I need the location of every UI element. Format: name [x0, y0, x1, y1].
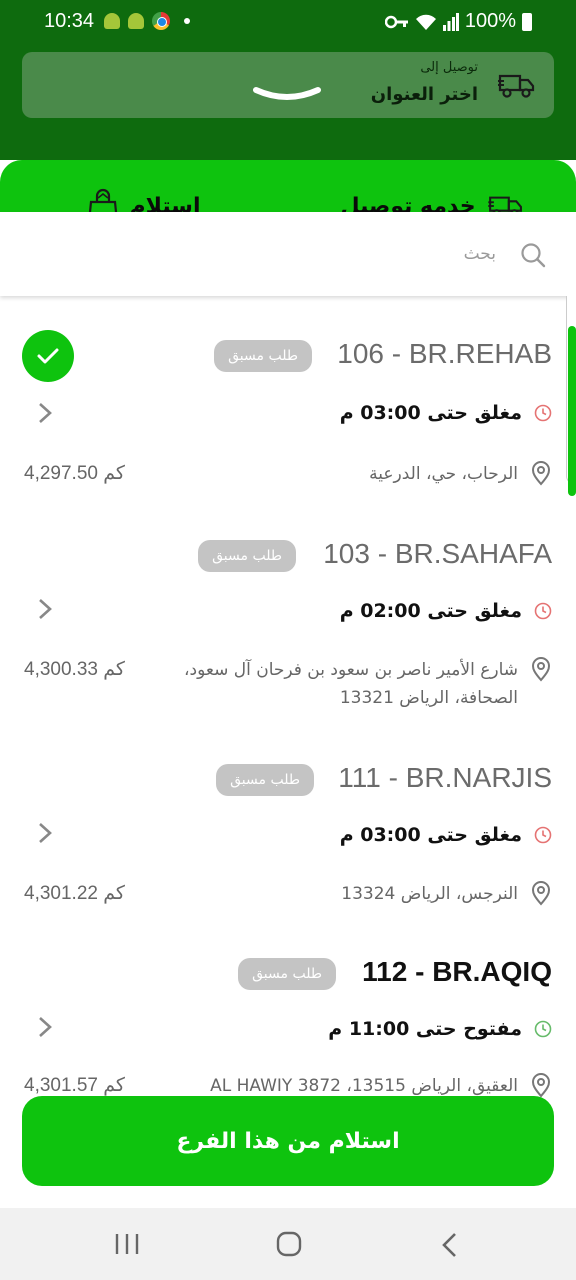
- address-selector[interactable]: توصيل إلى اختر العنوان: [22, 52, 554, 118]
- battery-percent: 100%: [464, 10, 516, 32]
- distance: 4,300.33 كم: [24, 659, 125, 680]
- chevron-right-icon[interactable]: [36, 598, 54, 620]
- branch-item[interactable]: طلب مسبق 111 - BR.NARJIS مغلق حتى 03:00 …: [0, 740, 576, 940]
- preorder-badge: طلب مسبق: [238, 958, 336, 990]
- location-pin-icon: [531, 461, 551, 486]
- hours-row: مغلق حتى 03:00 م: [340, 402, 552, 424]
- opening-hours: مغلق حتى 03:00 م: [339, 824, 522, 846]
- hours-row: مغلق حتى 02:00 م: [340, 600, 552, 622]
- hours-row: مفتوح حتى 11:00 م: [328, 1018, 552, 1040]
- distance: 4,301.22 كم: [24, 883, 125, 904]
- android-icon: [128, 13, 144, 29]
- branch-title: 103 - BR.SAHAFA: [323, 538, 552, 569]
- chrome-icon: [152, 12, 170, 30]
- branch-item[interactable]: طلب مسبق 103 - BR.SAHAFA مغلق حتى 02:00 …: [0, 516, 576, 726]
- branch-title: 111 - BR.NARJIS: [338, 762, 552, 793]
- preorder-badge: طلب مسبق: [214, 340, 312, 372]
- recents-icon[interactable]: [114, 1232, 140, 1256]
- opening-hours: مغلق حتى 03:00 م: [339, 402, 522, 424]
- chevron-right-icon[interactable]: [36, 1016, 54, 1038]
- selected-check-icon: [22, 330, 74, 382]
- preorder-badge: طلب مسبق: [198, 540, 296, 572]
- key-icon: [384, 15, 408, 28]
- choose-address-label: اختر العنوان: [370, 84, 478, 105]
- signal-icon: [442, 12, 459, 31]
- branch-title: 112 - BR.AQIQ: [362, 956, 552, 987]
- chevron-right-icon[interactable]: [36, 822, 54, 844]
- truck-icon: [498, 74, 535, 98]
- distance: 4,301.57 كم: [24, 1075, 125, 1096]
- branch-address: الرحاب، حي، الدرعية: [369, 464, 518, 484]
- clock-icon: [534, 602, 552, 620]
- search-bar: [0, 212, 576, 296]
- pickup-from-branch-button[interactable]: استلام من هذا الفرع: [22, 1096, 554, 1186]
- system-icons: 100%: [384, 10, 532, 33]
- address-row: شارع الأمير ناصر بن سعود بن فرحان آل سعو…: [138, 656, 552, 712]
- status-time: 10:34: [44, 10, 95, 32]
- branch-item[interactable]: طلب مسبق 106 - BR.REHAB مغلق حتى 03:00 م…: [0, 296, 576, 496]
- location-pin-icon: [531, 881, 551, 906]
- top-header: توصيل إلى اختر العنوان خدمه توصيل استلام: [0, 40, 576, 252]
- hours-row: مغلق حتى 03:00 م: [340, 824, 552, 846]
- chevron-right-icon[interactable]: [36, 402, 54, 424]
- system-nav-bar: [0, 1208, 576, 1280]
- deliver-to-label: توصيل إلى: [420, 60, 478, 75]
- clock-icon: [534, 404, 552, 422]
- preorder-badge: طلب مسبق: [216, 764, 314, 796]
- address-row: النرجس، الرياض 13324: [341, 880, 552, 908]
- address-row: الرحاب، حي، الدرعية: [369, 460, 552, 488]
- notification-icons: [104, 12, 190, 30]
- opening-hours: مفتوح حتى 11:00 م: [328, 1018, 522, 1040]
- battery-icon: [522, 12, 532, 31]
- wifi-icon: [415, 14, 436, 30]
- location-pin-icon: [531, 657, 551, 682]
- chevron-down-icon[interactable]: [252, 86, 322, 102]
- branch-address: النرجس، الرياض 13324: [341, 884, 518, 904]
- distance: 4,297.50 كم: [24, 463, 125, 484]
- home-icon[interactable]: [276, 1231, 302, 1257]
- clock-icon: [534, 826, 552, 844]
- opening-hours: مغلق حتى 02:00 م: [339, 600, 522, 622]
- android-icon: [104, 13, 120, 29]
- search-icon[interactable]: [520, 242, 546, 268]
- dot-icon: [184, 18, 190, 24]
- search-input[interactable]: [56, 234, 496, 274]
- status-bar: 10:34 100%: [0, 0, 576, 40]
- branch-list[interactable]: طلب مسبق 106 - BR.REHAB مغلق حتى 03:00 م…: [0, 296, 576, 1196]
- location-pin-icon: [531, 1073, 551, 1098]
- back-icon[interactable]: [440, 1232, 460, 1258]
- branch-title: 106 - BR.REHAB: [337, 338, 552, 369]
- branch-address: شارع الأمير ناصر بن سعود بن فرحان آل سعو…: [184, 660, 518, 708]
- clock-icon: [534, 1020, 552, 1038]
